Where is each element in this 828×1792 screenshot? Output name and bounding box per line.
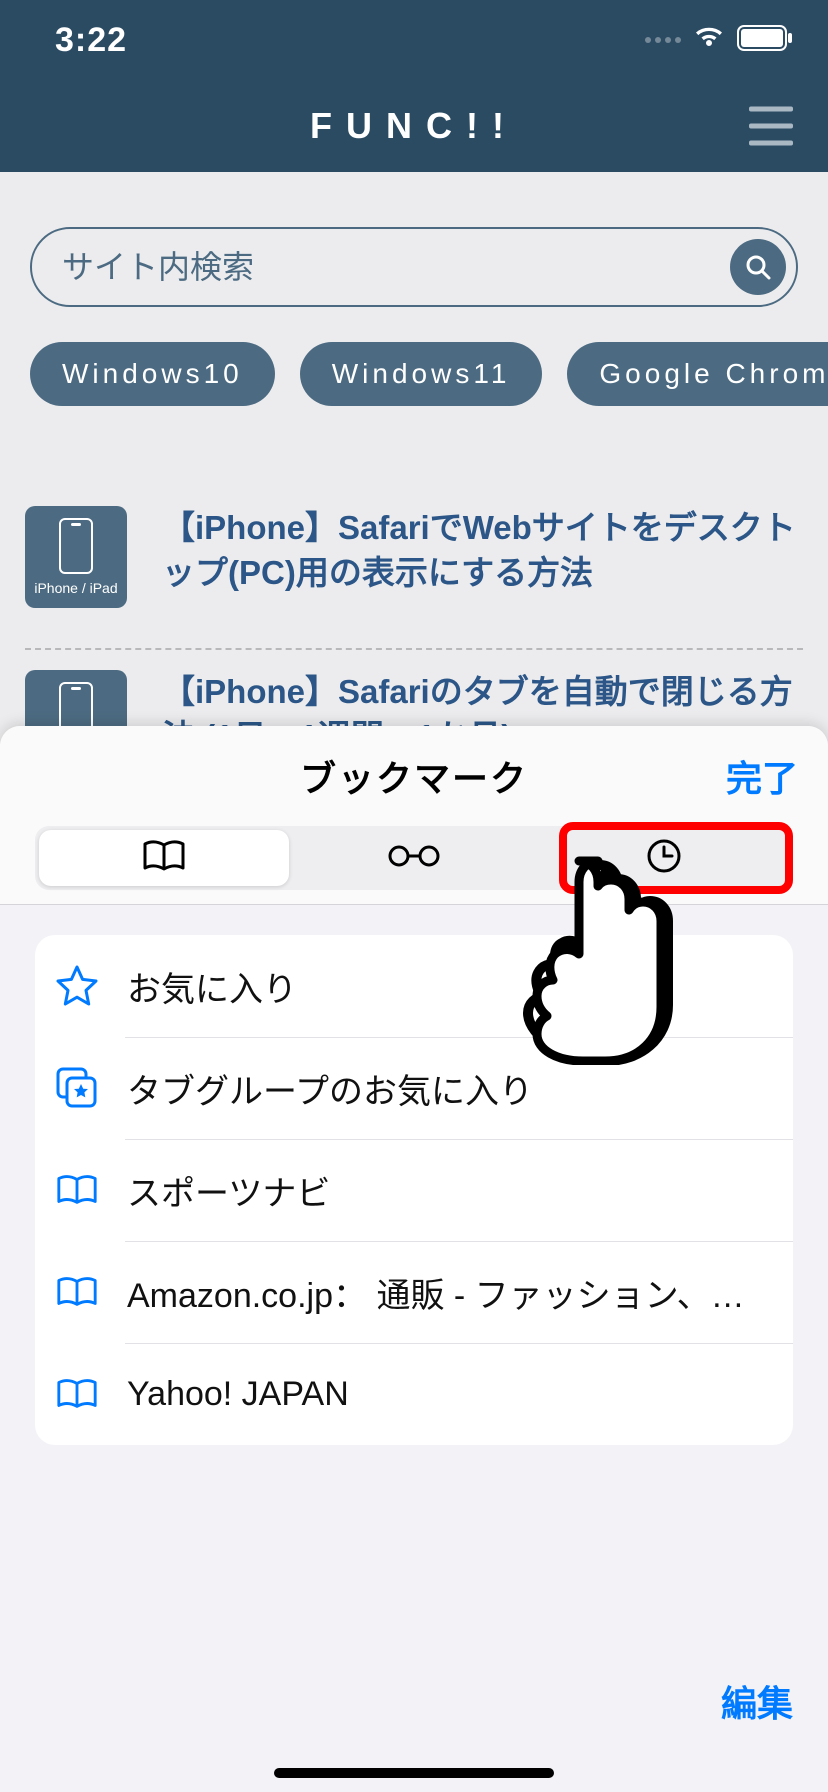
bookmark-label: お気に入り (127, 962, 297, 1011)
phone-icon (59, 518, 93, 574)
sheet-title: ブックマーク (300, 750, 528, 802)
book-open-icon (141, 838, 187, 879)
bookmark-label: Amazon.co.jp： 通販 - ファッション、… (127, 1268, 745, 1317)
segment-control (35, 826, 793, 890)
bookmark-list-wrap: お気に入り タブグループのお気に入り スポーツナビ Amazon.co.jp： … (0, 905, 828, 1445)
bookmark-list: お気に入り タブグループのお気に入り スポーツナビ Amazon.co.jp： … (35, 935, 793, 1445)
search-input[interactable] (62, 249, 730, 286)
signal-dots-icon (645, 37, 681, 43)
edit-button[interactable]: 編集 (721, 1675, 793, 1727)
bookmark-label: スポーツナビ (127, 1166, 330, 1215)
segment-history[interactable] (539, 830, 789, 886)
bookmark-item[interactable]: Amazon.co.jp： 通販 - ファッション、… (35, 1241, 793, 1343)
segment-bookmarks[interactable] (39, 830, 289, 886)
home-indicator[interactable] (274, 1768, 554, 1778)
app-header: FUNC!! (0, 80, 828, 172)
wifi-icon (693, 26, 725, 55)
status-icons (645, 25, 793, 56)
search-area (0, 172, 828, 307)
sheet-header: ブックマーク 完了 (0, 726, 828, 826)
tag-pill[interactable]: Google Chrome (567, 342, 828, 406)
status-time: 3:22 (55, 21, 127, 60)
tag-pill[interactable]: Windows10 (30, 342, 275, 406)
book-icon (55, 1270, 99, 1314)
article-thumb: iPhone / iPad (25, 506, 127, 608)
app-title: FUNC!! (310, 105, 518, 147)
bookmark-label: タブグループのお気に入り (127, 1064, 533, 1113)
clock-icon (646, 838, 682, 879)
tag-pill[interactable]: Windows11 (300, 342, 543, 406)
bookmark-label: Yahoo! JAPAN (127, 1375, 349, 1414)
battery-icon (737, 25, 793, 56)
tag-pills: Windows10 Windows11 Google Chrome Micros (0, 307, 828, 406)
segment-reading-list[interactable] (289, 830, 539, 886)
segment-control-wrap (0, 826, 828, 904)
search-icon (743, 252, 773, 282)
bookmark-sheet: ブックマーク 完了 (0, 726, 828, 1792)
status-bar: 3:22 (0, 0, 828, 80)
bookmark-item[interactable]: Yahoo! JAPAN (35, 1343, 793, 1445)
bookmark-item[interactable]: スポーツナビ (35, 1139, 793, 1241)
thumb-label: iPhone / iPad (34, 580, 117, 596)
star-icon (55, 964, 99, 1008)
glasses-icon (387, 844, 441, 873)
menu-button[interactable] (749, 107, 793, 146)
article-title: 【iPhone】SafariでWebサイトをデスクトップ(PC)用の表示にする方… (162, 506, 803, 595)
article-item[interactable]: iPhone / iPad 【iPhone】SafariでWebサイトをデスクト… (25, 506, 803, 628)
book-icon (55, 1168, 99, 1212)
bookmark-item[interactable]: タブグループのお気に入り (35, 1037, 793, 1139)
done-button[interactable]: 完了 (726, 750, 798, 802)
bookmark-item[interactable]: お気に入り (35, 935, 793, 1037)
search-field[interactable] (30, 227, 798, 307)
tabgroup-icon (55, 1066, 99, 1110)
book-icon (55, 1372, 99, 1416)
search-button[interactable] (730, 239, 786, 295)
